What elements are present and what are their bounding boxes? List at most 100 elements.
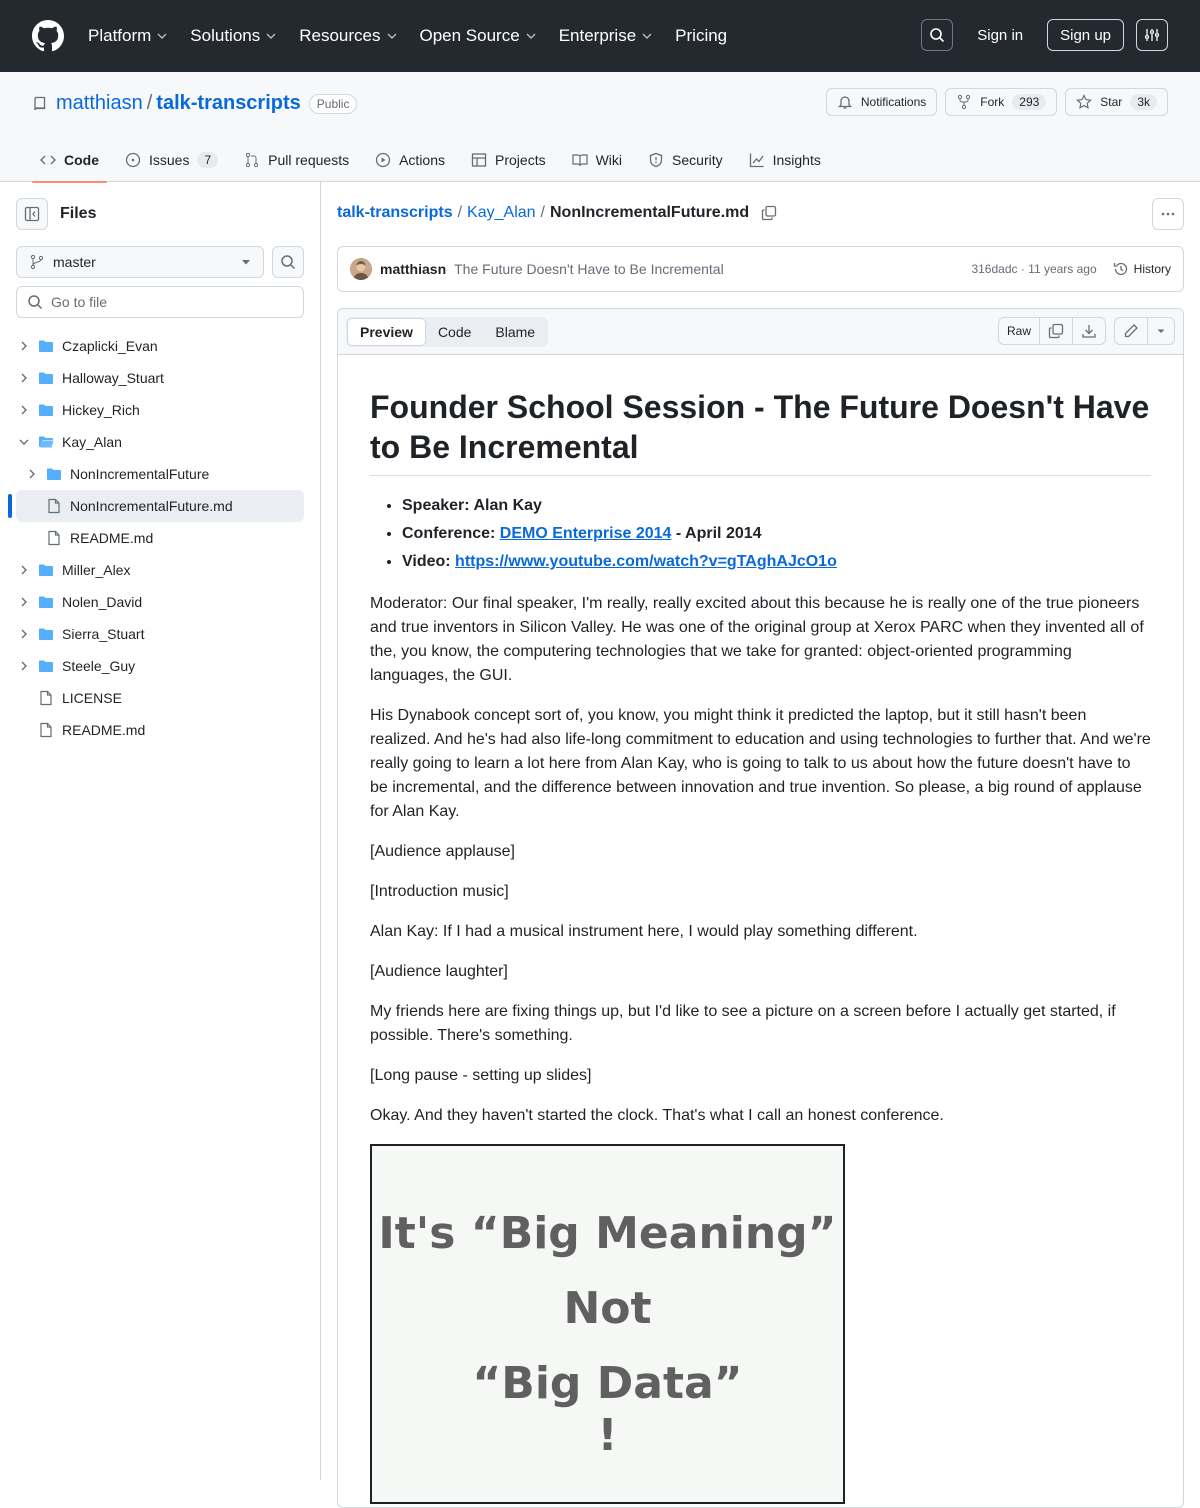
sign-in-link[interactable]: Sign in: [977, 27, 1023, 44]
raw-button[interactable]: Raw: [999, 318, 1040, 344]
settings-button[interactable]: [1136, 19, 1168, 51]
collapse-sidebar-button[interactable]: [16, 198, 48, 230]
tree-file[interactable]: README.md: [0, 522, 320, 554]
nav-label: Platform: [88, 26, 152, 45]
notifications-button[interactable]: Notifications: [825, 88, 938, 116]
shield-icon: [649, 152, 663, 168]
tab-actions[interactable]: Actions: [367, 138, 453, 182]
tab-wiki[interactable]: Wiki: [564, 138, 630, 182]
chevron-right-icon[interactable]: [16, 402, 32, 418]
chevron-right-icon[interactable]: [16, 594, 32, 610]
folder-icon: [39, 404, 53, 416]
tab-label: Projects: [495, 152, 546, 168]
download-button[interactable]: [1073, 318, 1105, 344]
chevron-right-icon[interactable]: [16, 626, 32, 642]
avatar[interactable]: [350, 258, 372, 280]
branch-name: master: [53, 254, 96, 270]
go-to-file-input[interactable]: Go to file: [16, 286, 304, 318]
breadcrumb-folder-link[interactable]: Kay_Alan: [467, 204, 536, 222]
tree-folder[interactable]: Hickey_Rich: [0, 394, 320, 426]
tree-file[interactable]: LICENSE: [0, 682, 320, 714]
chevron-right-icon[interactable]: [24, 466, 40, 482]
folder-icon: [47, 468, 61, 480]
preview-tab[interactable]: Preview: [347, 318, 426, 346]
download-icon: [1082, 325, 1096, 338]
edit-options-button[interactable]: [1148, 318, 1174, 344]
nav-open-source[interactable]: Open Source: [420, 26, 537, 46]
tab-code[interactable]: Code: [32, 138, 107, 183]
tree-folder[interactable]: Nolen_David: [0, 586, 320, 618]
nav-label: Open Source: [419, 26, 520, 45]
tree-folder[interactable]: Halloway_Stuart: [0, 362, 320, 394]
chevron-right-icon[interactable]: [16, 562, 32, 578]
commit-meta[interactable]: 316dadc · 11 years ago: [971, 262, 1096, 276]
chevron-down-icon: [526, 33, 536, 39]
chevron-down-icon[interactable]: [16, 434, 32, 450]
history-button[interactable]: History: [1113, 261, 1171, 277]
search-files-button[interactable]: [272, 246, 304, 278]
tree-folder[interactable]: Miller_Alex: [0, 554, 320, 586]
nav-platform[interactable]: Platform: [88, 26, 168, 46]
star-button[interactable]: Star 3k: [1065, 88, 1168, 116]
copy-icon: [1048, 323, 1064, 339]
video-link[interactable]: https://www.youtube.com/watch?v=gTAghAJc…: [455, 553, 837, 570]
chevron-right-icon[interactable]: [16, 658, 32, 674]
search-icon: [28, 295, 43, 310]
tree-item-label: Nolen_David: [62, 594, 143, 610]
more-options-button[interactable]: [1152, 198, 1184, 230]
slide-image[interactable]: It's “Big Meaning” Not “Big Data” !: [370, 1144, 845, 1504]
edit-button[interactable]: [1115, 318, 1148, 344]
tab-projects[interactable]: Projects: [463, 138, 554, 182]
branch-selector[interactable]: master: [16, 246, 264, 278]
slide-line: “Big Data”: [472, 1358, 743, 1409]
blame-tab[interactable]: Blame: [483, 318, 547, 346]
tab-pull-requests[interactable]: Pull requests: [236, 138, 357, 182]
nav-pricing[interactable]: Pricing: [675, 26, 727, 46]
video-label: Video:: [402, 553, 456, 570]
nav-resources[interactable]: Resources: [299, 26, 397, 46]
repo-name-link[interactable]: talk-transcripts: [156, 92, 301, 115]
breadcrumb-repo-link[interactable]: talk-transcripts: [337, 204, 453, 222]
tree-folder[interactable]: Steele_Guy: [0, 650, 320, 682]
tree-folder[interactable]: NonIncrementalFuture: [0, 458, 320, 490]
chevron-down-icon: [157, 33, 167, 39]
tab-security[interactable]: Security: [640, 138, 731, 182]
copy-raw-button[interactable]: [1040, 318, 1073, 344]
file-icon: [40, 690, 52, 706]
tree-folder[interactable]: Sierra_Stuart: [0, 618, 320, 650]
sliders-icon: [1145, 29, 1159, 41]
tab-label: Security: [672, 152, 723, 168]
visibility-badge: Public: [308, 93, 358, 114]
github-logo-icon[interactable]: [32, 20, 64, 52]
search-icon: [281, 255, 296, 270]
nav-solutions[interactable]: Solutions: [190, 26, 277, 46]
file-icon: [40, 722, 52, 738]
chevron-right-icon[interactable]: [16, 370, 32, 386]
tree-folder[interactable]: Kay_Alan: [0, 426, 320, 458]
sign-up-button[interactable]: Sign up: [1047, 19, 1124, 51]
commit-message[interactable]: The Future Doesn't Have to Be Incrementa…: [454, 261, 971, 277]
tree-folder[interactable]: Czaplicki_Evan: [0, 330, 320, 362]
fork-button[interactable]: Fork 293: [945, 88, 1058, 116]
tab-issues[interactable]: Issues 7: [117, 138, 226, 182]
code-view-tab[interactable]: Code: [426, 318, 483, 346]
tab-insights[interactable]: Insights: [741, 138, 829, 182]
star-count: 3k: [1130, 94, 1157, 110]
chevron-right-icon[interactable]: [16, 338, 32, 354]
slide-line: !: [597, 1410, 618, 1461]
kebab-horizontal-icon: [1161, 212, 1175, 216]
search-button[interactable]: [921, 19, 954, 51]
tree-item-label: NonIncrementalFuture: [70, 466, 210, 482]
copy-path-icon[interactable]: [761, 205, 777, 221]
talk-details-list: Speaker: Alan Kay Conference: DEMO Enter…: [402, 492, 1151, 576]
tree-item-label: README.md: [70, 530, 154, 546]
tree-file[interactable]: README.md: [0, 714, 320, 746]
nav-enterprise[interactable]: Enterprise: [559, 26, 653, 46]
tree-file[interactable]: NonIncrementalFuture.md: [8, 490, 304, 522]
tree-item-label: LICENSE: [62, 690, 122, 706]
conference-link[interactable]: DEMO Enterprise 2014: [500, 525, 672, 542]
repo-owner-link[interactable]: matthiasn: [56, 92, 143, 115]
history-label: History: [1133, 262, 1171, 276]
commit-author[interactable]: matthiasn: [380, 261, 446, 277]
star-icon: [1076, 94, 1093, 109]
